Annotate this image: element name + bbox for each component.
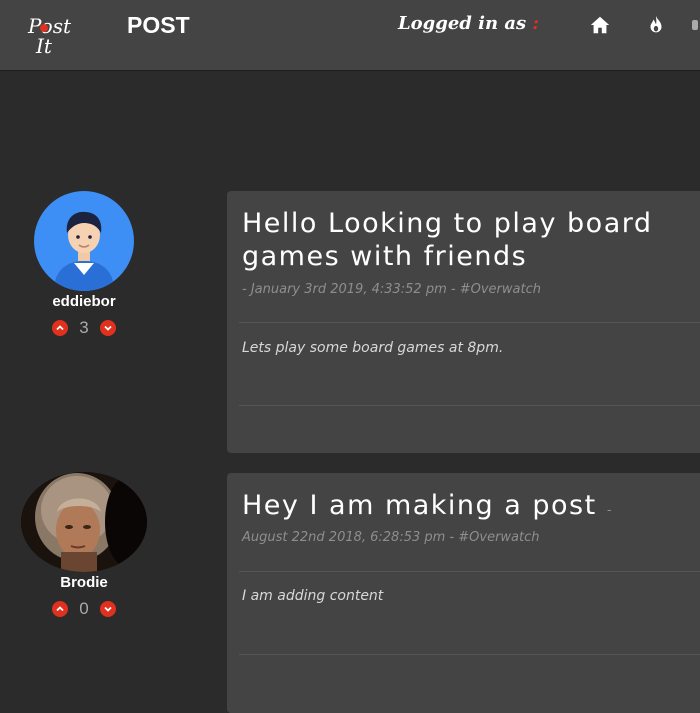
avatar[interactable]	[21, 472, 147, 572]
vote-count: 3	[79, 318, 89, 337]
downvote-button[interactable]	[100, 601, 116, 617]
post-title-suffix: -	[606, 503, 612, 518]
divider	[239, 405, 700, 406]
logged-in-label: Logged in as :	[398, 13, 539, 34]
downvote-button[interactable]	[100, 320, 116, 336]
logged-in-colon: :	[532, 13, 540, 34]
upvote-button[interactable]	[52, 601, 68, 617]
chevron-up-icon	[56, 325, 64, 331]
post-content: Lets play some board games at 8pm.	[242, 340, 504, 356]
divider	[239, 654, 700, 655]
vote-controls: 3	[20, 318, 148, 338]
post-meta: - January 3rd 2019, 4:33:52 pm - #Overwa…	[242, 282, 541, 297]
fire-icon[interactable]	[645, 14, 667, 36]
chevron-down-icon	[104, 606, 112, 612]
vote-controls: 0	[20, 599, 148, 619]
post-title[interactable]: Hello Looking to play board games with f…	[242, 207, 687, 273]
vote-count: 0	[79, 599, 89, 618]
page-title: POST	[127, 12, 190, 38]
post-it-logo[interactable]: Post It	[22, 10, 82, 60]
author-username[interactable]: eddiebor	[20, 293, 148, 310]
divider	[239, 571, 700, 572]
post-title-text: Hey I am making a post	[242, 490, 597, 521]
upvote-button[interactable]	[52, 320, 68, 336]
top-nav-bar: Post It POST Logged in as :	[0, 0, 700, 71]
post-title[interactable]: Hey I am making a post -	[242, 489, 687, 527]
nav-extra-icon[interactable]	[692, 14, 700, 36]
post-card[interactable]: Hello Looking to play board games with f…	[227, 191, 700, 453]
author-username[interactable]: Brodie	[20, 574, 148, 591]
avatar[interactable]	[34, 191, 134, 291]
chevron-up-icon	[56, 606, 64, 612]
logo-dot	[40, 24, 48, 32]
divider	[239, 322, 700, 323]
post-meta: August 22nd 2018, 6:28:53 pm - #Overwatc…	[242, 530, 540, 545]
home-icon[interactable]	[589, 14, 611, 36]
post-content: I am adding content	[242, 588, 384, 604]
post-card[interactable]: Hey I am making a post - August 22nd 201…	[227, 473, 700, 713]
chevron-down-icon	[104, 325, 112, 331]
logged-in-text: Logged in as	[398, 13, 527, 34]
post-author: eddiebor 3	[20, 191, 148, 338]
logo-text-line2: It	[36, 34, 52, 58]
post-author: Brodie 0	[20, 472, 148, 619]
